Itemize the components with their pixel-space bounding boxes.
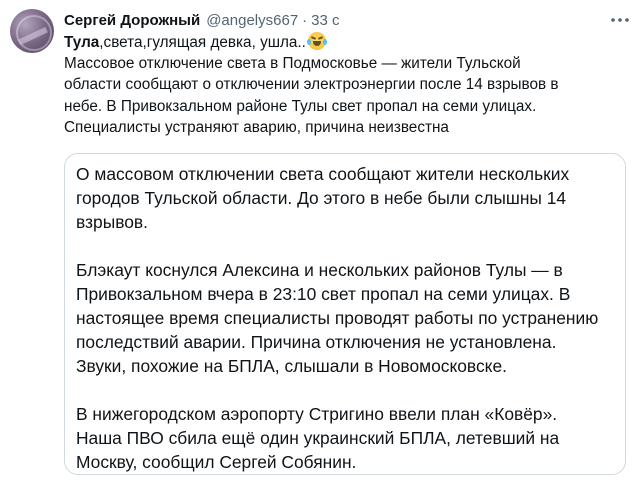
quoted-content-card[interactable]: О массовом отключении света сообщают жит…: [64, 153, 626, 475]
more-dots-icon[interactable]: [610, 10, 630, 30]
quote-line: взрывов.: [76, 212, 148, 232]
face-with-tears-of-joy-emoji: [306, 32, 327, 50]
quote-line: Блэкаут коснулся Алексина и нескольких р…: [76, 260, 563, 280]
quote-line: Привокзальном вчера в 23:10 свет пропал …: [76, 284, 571, 304]
tweet-line: области сообщают о отключении электроэне…: [64, 76, 559, 94]
quote-line: Москву, сообщил Сергей Собянин.: [76, 452, 357, 472]
quote-line: Звуки, похожие на БПЛА, слышали в Новомо…: [76, 356, 507, 376]
quote-line: последствий аварии. Причина отключения н…: [76, 332, 557, 352]
tweet-bold-word: Тула: [64, 34, 100, 51]
quote-line: настоящее время специалисты проводят раб…: [76, 308, 599, 328]
user-avatar[interactable]: [10, 9, 54, 53]
author-name[interactable]: Сергей Дорожный: [64, 12, 200, 29]
tweet-text: Тула,света,гулящая девка, ушла.. Массово…: [64, 32, 624, 138]
tweet-first-line-rest: ,света,гулящая девка, ушла..: [99, 34, 306, 51]
author-handle[interactable]: @angelys667: [206, 12, 298, 29]
quoted-text: О массовом отключении света сообщают жит…: [76, 162, 621, 474]
quote-line: Наша ПВО сбила ещё один украинский БПЛА,…: [76, 428, 560, 448]
quote-line: городов Тульской области. До этого в неб…: [76, 188, 567, 208]
quote-line: О массовом отключении света сообщают жит…: [76, 164, 570, 184]
separator-dot: ·: [302, 11, 308, 29]
quote-line: В нижегородском аэропорту Стригино ввели…: [76, 404, 558, 424]
tweet-line: Специалисты устраняют аварию, причина не…: [64, 118, 449, 136]
tweet-timestamp[interactable]: 33 с: [311, 12, 339, 29]
tweet-header: Сергей Дорожный @angelys667 · 33 с: [64, 10, 630, 30]
tweet-line: Массовое отключение света в Подмосковье …: [64, 55, 521, 73]
tweet-first-line: Тула,света,гулящая девка, ушла..: [64, 32, 624, 53]
tweet-line: небе. В Привокзальном районе Тулы свет п…: [64, 97, 537, 115]
